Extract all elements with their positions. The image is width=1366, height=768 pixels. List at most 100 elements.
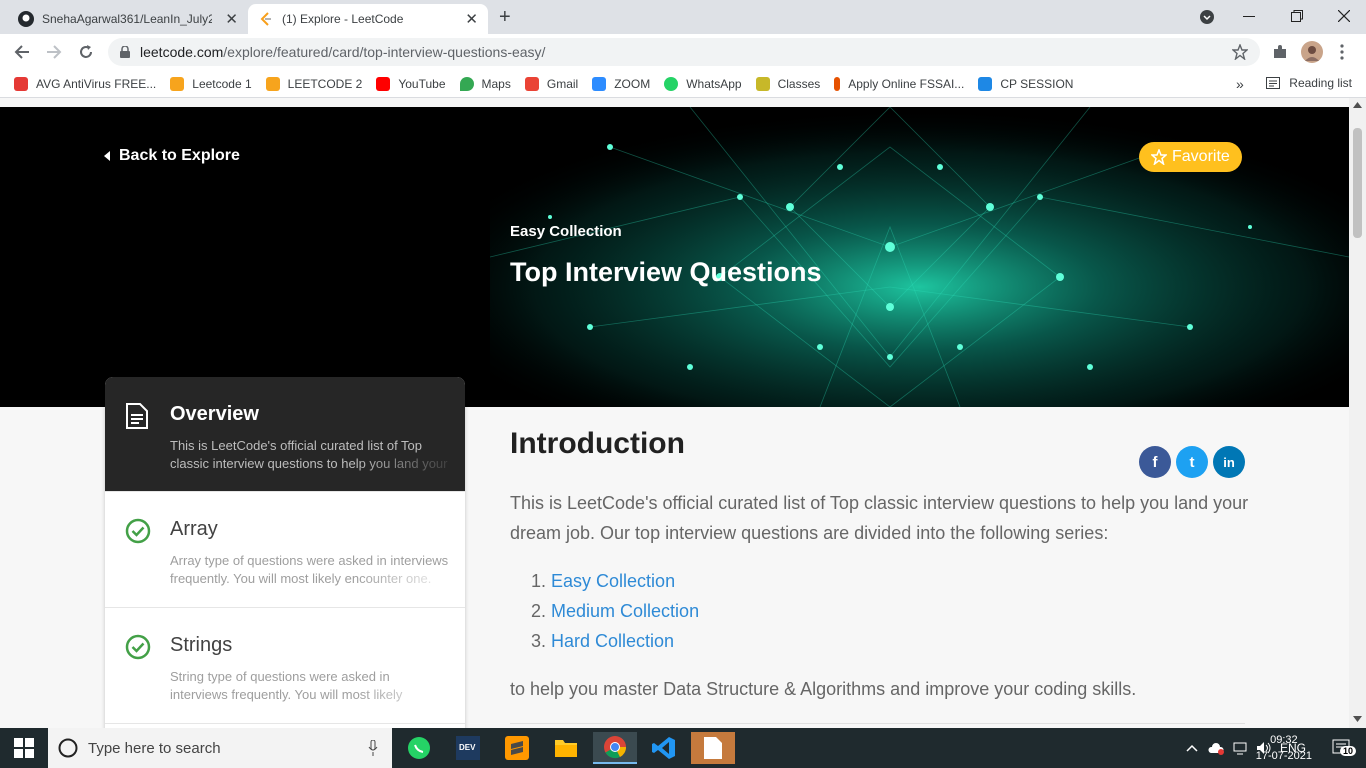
collection-list: 1. Easy Collection 2. Medium Collection … [531,566,699,656]
intro-paragraph: This is LeetCode's official curated list… [510,493,1249,543]
close-tab-icon[interactable]: ✕ [465,10,478,28]
list-item: 3. Hard Collection [531,631,675,651]
favorite-button[interactable]: Favorite [1139,142,1242,172]
sublime-app[interactable] [495,732,539,764]
notification-center[interactable]: 10 [1332,738,1357,758]
chapter-overview[interactable]: Overview This is LeetCode's official cur… [105,377,465,492]
bookmark-youtube[interactable]: YouTube [376,76,446,91]
hard-collection-link[interactable]: Hard Collection [551,631,674,651]
bookmark-maps[interactable]: Maps [459,76,511,91]
outro-paragraph: to help you master Data Structure & Algo… [510,679,1137,699]
address-bar[interactable]: leetcode.com/explore/featured/card/top-i… [108,38,1260,66]
social-share: f t in [1139,446,1250,478]
network-icon[interactable] [1232,741,1248,755]
page-content: Back to Explore Favorite Easy Collection… [0,98,1349,728]
back-arrow-icon[interactable] [14,44,30,60]
star-icon[interactable] [1232,44,1248,60]
tab-strip: SnehaAgarwal361/LeanIn_July20... ✕ (1) E… [0,0,1366,34]
collection-subtitle: Easy Collection [510,223,622,240]
avatar[interactable] [1301,41,1323,63]
windows-taskbar: Type here to search DEV ENG 09:32 17-07-… [0,728,1366,768]
vscode-icon [652,737,675,759]
tab-title: (1) Explore - LeetCode [282,12,404,26]
medium-collection-link[interactable]: Medium Collection [551,601,699,621]
meet-icon [978,76,993,91]
maps-icon [459,76,474,91]
bookmark-classes[interactable]: Classes [755,76,820,91]
more-options-icon[interactable] [1340,44,1344,60]
collection-title: Top Interview Questions [510,257,822,287]
bookmark-fssai[interactable]: Apply Online FSSAI... [834,76,964,91]
minimize-icon[interactable] [1243,16,1255,18]
section-heading: Introduction [510,427,685,460]
dev-icon: DEV [456,736,480,760]
vscode-app[interactable] [642,732,686,764]
bookmark-cp-session[interactable]: CP SESSION [978,76,1073,91]
url-host: leetcode.com [140,44,224,60]
chevron-up-icon[interactable] [1186,744,1198,752]
profile-menu-icon[interactable] [1200,10,1214,24]
close-window-icon[interactable] [1338,10,1350,22]
notepad-app[interactable] [691,732,735,764]
github-icon [18,11,34,27]
folder-icon [555,740,577,757]
restore-icon[interactable] [1291,10,1303,22]
chapter-title: Array [170,518,218,540]
taskbar-search[interactable]: Type here to search [48,728,392,768]
tab-title: SnehaAgarwal361/LeanIn_July20... [42,12,212,26]
list-item: 2. Medium Collection [531,601,700,621]
chapter-strings[interactable]: Strings String type of questions were as… [105,608,465,724]
whatsapp-app[interactable] [397,732,441,764]
youtube-icon [376,76,391,91]
list-item: 1. Easy Collection [531,571,676,591]
chapter-title: Overview [170,403,259,425]
scroll-down-icon[interactable] [1353,716,1362,722]
reading-list-button[interactable]: Reading list [1266,76,1352,90]
twitter-icon[interactable]: t [1176,446,1208,478]
tab-github[interactable]: SnehaAgarwal361/LeanIn_July20... ✕ [8,4,248,34]
forward-arrow-icon[interactable] [46,44,62,60]
chrome-app[interactable] [593,732,637,764]
more-bookmarks-button[interactable]: » [1236,76,1244,92]
windows-start-icon[interactable] [14,738,34,758]
zoom-icon [592,76,607,91]
url-path: /explore/featured/card/top-interview-que… [223,44,546,60]
file-explorer-app[interactable] [544,732,588,764]
microphone-icon[interactable] [368,740,378,756]
svg-text:DEV: DEV [459,743,476,752]
cloud-icon[interactable] [1208,741,1224,755]
reload-icon[interactable] [78,44,94,60]
bookmark-avg[interactable]: AVG AntiVirus FREE... [14,76,156,91]
dev-app[interactable]: DEV [446,732,490,764]
document-icon [126,403,148,429]
extensions-icon[interactable] [1272,44,1288,60]
scroll-up-icon[interactable] [1353,102,1362,108]
chapter-title: Strings [170,634,233,656]
tab-leetcode[interactable]: (1) Explore - LeetCode ✕ [248,4,488,34]
easy-collection-link[interactable]: Easy Collection [551,571,675,591]
chapter-array[interactable]: Array Array type of questions were asked… [105,492,465,608]
clock[interactable]: 09:32 17-07-2021 [1256,732,1312,764]
linkedin-icon[interactable]: in [1213,446,1245,478]
check-circle-icon [125,634,151,660]
classes-icon [755,76,770,91]
vertical-scrollbar[interactable] [1349,98,1366,728]
star-outline-icon [1151,149,1167,165]
chapter-list: Overview This is LeetCode's official cur… [105,377,465,728]
facebook-icon[interactable]: f [1139,446,1171,478]
bookmark-whatsapp[interactable]: WhatsApp [664,76,742,91]
close-tab-icon[interactable]: ✕ [225,10,238,28]
reading-list-icon [1266,77,1281,89]
bookmark-leetcode-1[interactable]: Leetcode 1 [170,76,252,91]
back-to-explore-link[interactable]: Back to Explore [104,147,240,165]
new-tab-button[interactable]: + [499,6,511,29]
scrollbar-thumb[interactable] [1353,128,1362,238]
sublime-icon [505,736,529,760]
bookmark-zoom[interactable]: ZOOM [592,76,650,91]
hero-banner: Back to Explore Favorite Easy Collection… [0,107,1349,407]
bookmark-leetcode-2[interactable]: LEETCODE 2 [265,76,362,91]
notification-badge: 10 [1340,746,1357,756]
leetcode-icon [170,76,185,91]
bookmark-gmail[interactable]: Gmail [524,76,578,91]
gmail-icon [524,76,539,91]
